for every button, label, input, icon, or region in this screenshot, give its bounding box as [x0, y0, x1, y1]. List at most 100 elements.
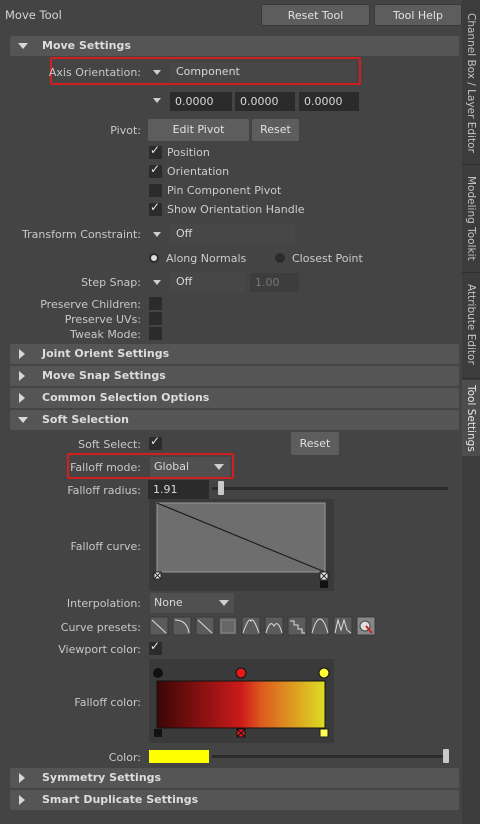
- falloff-radius-label: Falloff radius:: [67, 484, 141, 497]
- preserve-children-label: Preserve Children:: [40, 298, 141, 311]
- preset-flat-icon[interactable]: [218, 616, 238, 636]
- expand-arrow-icon: [19, 795, 25, 805]
- section-title: Common Selection Options: [42, 391, 210, 404]
- falloff-color-label: Falloff color:: [74, 696, 141, 709]
- color-label: Color:: [108, 751, 141, 764]
- falloff-mode-value: Global: [154, 460, 190, 473]
- pivot-reset-button[interactable]: Reset: [252, 119, 299, 141]
- viewport-color-label: Viewport color:: [58, 643, 141, 656]
- position-label: Position: [167, 146, 210, 159]
- section-common-selection[interactable]: Common Selection Options: [10, 388, 459, 408]
- preset-wave-icon[interactable]: [264, 616, 284, 636]
- soft-select-checkbox[interactable]: [149, 434, 162, 450]
- ramp-marker-mid-icon[interactable]: [236, 728, 246, 738]
- section-move-settings[interactable]: Move Settings: [10, 36, 459, 56]
- show-orientation-handle-label: Show Orientation Handle: [167, 203, 305, 216]
- edit-pivot-button[interactable]: Edit Pivot: [148, 119, 249, 141]
- section-title: Symmetry Settings: [42, 771, 162, 784]
- expand-arrow-icon: [19, 393, 25, 403]
- closest-point-radio[interactable]: [275, 253, 285, 263]
- viewport-color-checkbox[interactable]: [149, 639, 162, 655]
- color-stop-start-icon[interactable]: [153, 668, 163, 678]
- pin-component-pivot-label: Pin Component Pivot: [167, 184, 282, 197]
- tweak-mode-checkbox[interactable]: [149, 327, 162, 340]
- tab-divider: [462, 272, 480, 273]
- along-normals-label: Along Normals: [166, 252, 247, 265]
- color-slider-handle[interactable]: [443, 749, 449, 763]
- pin-component-pivot-checkbox[interactable]: [149, 184, 162, 197]
- preset-ease-icon[interactable]: [172, 616, 192, 636]
- transform-constraint-label: Transform Constraint:: [22, 228, 141, 241]
- color-stop-end-icon[interactable]: [318, 667, 330, 679]
- axis-orientation-dropdown[interactable]: Component: [170, 62, 355, 82]
- tab-divider: [462, 164, 480, 165]
- orientation-checkbox[interactable]: [149, 162, 162, 178]
- preset-ripple-icon[interactable]: [333, 616, 353, 636]
- soft-select-label: Soft Select:: [78, 438, 141, 451]
- falloff-radius-slider-track[interactable]: [212, 487, 448, 490]
- curve-presets-label: Curve presets:: [60, 621, 141, 634]
- color-stop-mid-icon[interactable]: [235, 667, 247, 679]
- expand-arrow-icon: [19, 349, 25, 359]
- tool-help-button[interactable]: Tool Help: [374, 4, 462, 26]
- preset-linear-icon[interactable]: [149, 616, 169, 636]
- tab-channel-box-layer-editor[interactable]: Channel Box / Layer Editor: [462, 4, 480, 162]
- show-orientation-handle-checkbox[interactable]: [149, 200, 162, 216]
- axis-y-field[interactable]: 0.0000: [235, 92, 295, 111]
- section-symmetry[interactable]: Symmetry Settings: [10, 768, 459, 788]
- collapse-arrow-icon: [18, 43, 28, 49]
- section-smart-duplicate[interactable]: Smart Duplicate Settings: [10, 790, 459, 810]
- soft-select-reset-button[interactable]: Reset: [291, 432, 339, 455]
- falloff-color-ramp[interactable]: [149, 659, 334, 743]
- tab-attribute-editor[interactable]: Attribute Editor: [462, 276, 480, 372]
- falloff-curve-label: Falloff curve:: [70, 540, 141, 553]
- tab-divider: [462, 378, 480, 379]
- curve-point-start-icon[interactable]: [153, 571, 162, 580]
- step-snap-amount-field[interactable]: 1.00: [250, 273, 299, 292]
- preserve-uvs-checkbox[interactable]: [149, 312, 162, 325]
- axis-orientation-label: Axis Orientation:: [48, 66, 141, 79]
- preset-diagonal-icon[interactable]: [195, 616, 215, 636]
- expand-arrow-icon: [19, 371, 25, 381]
- preset-bell-icon[interactable]: [241, 616, 261, 636]
- pivot-label: Pivot:: [110, 124, 141, 137]
- section-joint-orient[interactable]: Joint Orient Settings: [10, 344, 459, 364]
- orientation-label: Orientation: [167, 165, 230, 178]
- section-title: Smart Duplicate Settings: [42, 793, 199, 806]
- axis-x-field[interactable]: 0.0000: [170, 92, 232, 111]
- preset-spike-icon[interactable]: [310, 616, 330, 636]
- closest-point-label: Closest Point: [292, 252, 363, 265]
- preset-steps-icon[interactable]: [287, 616, 307, 636]
- color-slider-track[interactable]: [212, 755, 448, 758]
- section-soft-selection[interactable]: Soft Selection: [10, 410, 459, 430]
- section-title: Move Snap Settings: [42, 369, 166, 382]
- tab-tool-settings[interactable]: Tool Settings: [462, 380, 480, 456]
- section-move-snap[interactable]: Move Snap Settings: [10, 366, 459, 386]
- falloff-curve-graph[interactable]: [149, 499, 334, 591]
- curve-point-end-icon[interactable]: [319, 571, 329, 588]
- along-normals-radio[interactable]: [149, 253, 159, 263]
- window-title: Move Tool: [5, 8, 62, 22]
- falloff-radius-field[interactable]: 1.91: [148, 480, 209, 499]
- tab-modeling-toolkit[interactable]: Modeling Toolkit: [462, 168, 480, 268]
- interpolation-label: Interpolation:: [66, 597, 141, 610]
- axis-z-field[interactable]: 0.0000: [299, 92, 359, 111]
- falloff-mode-label: Falloff mode:: [70, 461, 141, 474]
- interpolation-value: None: [154, 596, 183, 609]
- ramp-marker-start-icon[interactable]: [154, 729, 162, 737]
- preset-custom-icon[interactable]: [356, 616, 376, 636]
- reset-tool-button[interactable]: Reset Tool: [261, 4, 370, 26]
- preserve-children-checkbox[interactable]: [149, 297, 162, 310]
- preserve-uvs-label: Preserve UVs:: [64, 313, 141, 326]
- step-snap-label: Step Snap:: [81, 276, 141, 289]
- curve-presets-row: [149, 616, 376, 636]
- tweak-mode-label: Tweak Mode:: [70, 328, 141, 341]
- section-title: Move Settings: [42, 39, 131, 52]
- position-checkbox[interactable]: [149, 143, 162, 159]
- expand-arrow-icon: [19, 773, 25, 783]
- step-snap-dropdown[interactable]: Off: [170, 272, 245, 292]
- falloff-radius-slider-handle[interactable]: [218, 481, 224, 495]
- transform-constraint-dropdown[interactable]: Off: [170, 224, 295, 244]
- ramp-marker-end-icon[interactable]: [319, 728, 329, 738]
- color-swatch[interactable]: [149, 750, 209, 763]
